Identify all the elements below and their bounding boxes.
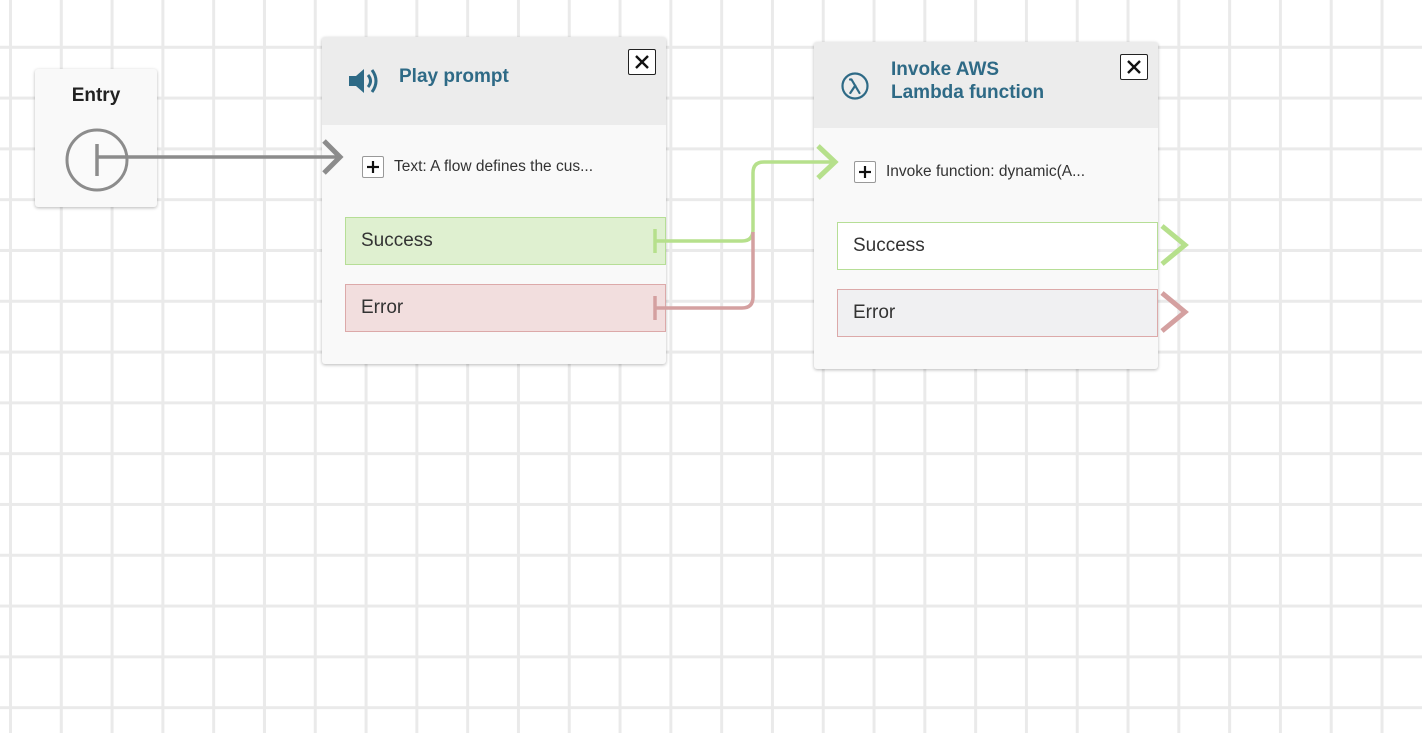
play-prompt-parameter[interactable]: Text: A flow defines the cus... xyxy=(362,156,593,178)
branch-error[interactable]: Error xyxy=(345,284,666,332)
close-icon xyxy=(1127,60,1141,74)
connector-layer xyxy=(97,139,1189,333)
add-button[interactable] xyxy=(362,156,384,178)
success-connector[interactable] xyxy=(653,144,839,253)
invoke-lambda-title-line2: Lambda function xyxy=(891,82,1045,103)
entry-block[interactable]: Entry xyxy=(35,69,157,207)
invoke-lambda-header[interactable]: Invoke AWS Lambda function xyxy=(814,42,1158,128)
success-output-handle[interactable] xyxy=(1160,224,1189,266)
play-prompt-header[interactable]: Play prompt xyxy=(322,37,666,125)
invoke-lambda-block[interactable]: Invoke AWS Lambda function Invoke functi… xyxy=(814,42,1158,369)
add-button[interactable] xyxy=(854,161,876,183)
play-prompt-title: Play prompt xyxy=(399,66,509,87)
entry-label: Entry xyxy=(71,85,121,106)
plus-icon xyxy=(367,161,379,173)
invoke-lambda-param-text: Invoke function: dynamic(A... xyxy=(886,163,1086,180)
play-prompt-block[interactable]: Play prompt Text: A flow defines the cus… xyxy=(322,37,666,364)
close-button[interactable] xyxy=(628,49,656,75)
plus-icon xyxy=(859,166,871,178)
branch-error[interactable]: Error xyxy=(837,289,1158,337)
invoke-lambda-title-line1: Invoke AWS xyxy=(891,59,1000,80)
flow-canvas[interactable]: Entry Play prompt Text: A flow defines t… xyxy=(0,0,1422,733)
play-prompt-param-text: Text: A flow defines the cus... xyxy=(394,158,594,175)
lambda-icon xyxy=(841,72,869,100)
branch-success[interactable]: Success xyxy=(837,222,1158,270)
entry-start-icon[interactable] xyxy=(64,127,130,193)
speaker-icon xyxy=(349,69,378,93)
error-output-handle[interactable] xyxy=(1160,291,1189,333)
branch-success[interactable]: Success xyxy=(345,217,666,265)
close-icon xyxy=(635,55,649,69)
close-button[interactable] xyxy=(1120,54,1148,80)
invoke-lambda-parameter[interactable]: Invoke function: dynamic(A... xyxy=(854,161,1085,183)
error-connector[interactable] xyxy=(653,232,755,320)
